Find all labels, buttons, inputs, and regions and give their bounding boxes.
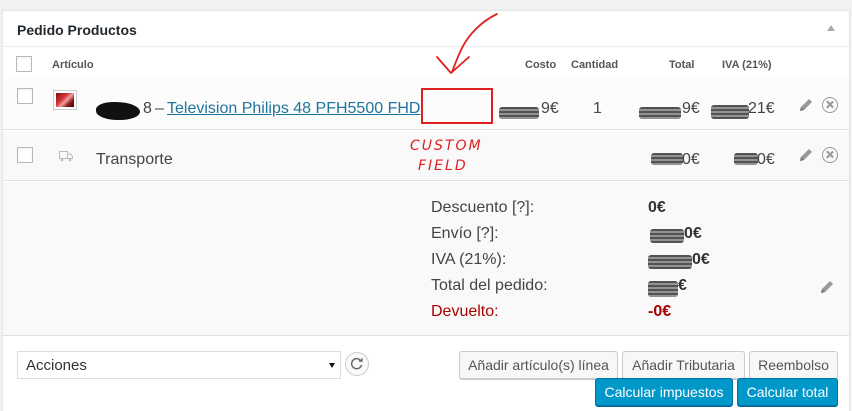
- chevron-down-icon: [329, 363, 335, 368]
- line-item-qty: 1: [593, 100, 602, 117]
- shipping-label: Envío [?]:: [431, 225, 499, 242]
- line-item-cost: 9€: [541, 100, 559, 117]
- calculate-total-button[interactable]: Calcular total: [737, 378, 838, 406]
- shipping-checkbox[interactable]: [17, 147, 33, 163]
- calculate-taxes-button[interactable]: Calcular impuestos: [595, 378, 733, 406]
- line-item-row: 8 – Television Philips 48 PFH5500 FHD 9€…: [3, 78, 849, 130]
- pencil-icon[interactable]: [798, 147, 814, 163]
- product-thumbnail[interactable]: [53, 90, 77, 110]
- bulk-actions-value: Acciones: [26, 357, 87, 374]
- redacted-total: [639, 107, 681, 119]
- redacted-shipping-value: [650, 229, 684, 243]
- redacted-order-total: [648, 281, 678, 297]
- column-header-qty: Cantidad: [571, 59, 619, 71]
- column-header-item: Artículo: [52, 59, 94, 71]
- line-item-sku: 8: [143, 100, 152, 117]
- truck-icon: [59, 151, 73, 162]
- line-item-checkbox[interactable]: [17, 88, 33, 104]
- shipping-total: 0€: [682, 151, 700, 168]
- redacted-shipping-total: [651, 153, 683, 165]
- discount-value: 0€: [648, 199, 666, 216]
- shipping-value: 0€: [684, 225, 702, 242]
- column-header-tax: IVA (21%): [722, 59, 772, 71]
- panel-header: Pedido Productos: [3, 11, 849, 47]
- collapse-toggle-icon[interactable]: [827, 25, 835, 31]
- redacted-sku: [96, 102, 140, 120]
- close-circle-icon[interactable]: [822, 97, 838, 113]
- line-item-dash: –: [155, 100, 164, 117]
- refunded-value: -0€: [648, 303, 672, 320]
- shipping-row: Transporte 0€ 0€: [3, 131, 849, 181]
- add-line-items-button[interactable]: Añadir artículo(s) línea: [459, 351, 618, 379]
- column-header-cost: Costo: [525, 59, 557, 71]
- shipping-tax: 0€: [757, 151, 775, 168]
- redacted-cost: [499, 107, 539, 119]
- column-header-total: Total: [669, 59, 695, 71]
- line-item-tax: 21€: [748, 100, 775, 117]
- refunded-label: Devuelto:: [431, 303, 499, 320]
- order-total-label: Total del pedido:: [431, 277, 548, 294]
- items-table-header: Artículo Costo Cantidad Total IVA (21%): [3, 48, 849, 78]
- tax-total-value: 0€: [692, 251, 710, 268]
- order-actions-bar: Acciones Añadir artículo(s) línea Añadir…: [3, 337, 849, 411]
- close-circle-icon[interactable]: [822, 147, 838, 163]
- order-total-value: €: [678, 277, 687, 294]
- pencil-icon[interactable]: [819, 279, 835, 295]
- redacted-shipping-tax: [734, 153, 758, 165]
- redacted-tax-value: [648, 255, 692, 269]
- redacted-tax: [711, 105, 749, 119]
- order-totals: Descuento [?]: 0€ Envío [?]: 0€ IVA (21%…: [3, 182, 849, 336]
- bulk-actions-select[interactable]: Acciones: [17, 351, 341, 379]
- add-tax-button[interactable]: Añadir Tributaria: [622, 351, 745, 379]
- product-link[interactable]: Television Philips 48 PFH5500 FHD: [167, 100, 420, 118]
- order-items-panel: Pedido Productos Artículo Costo Cantidad…: [2, 10, 850, 411]
- pencil-icon[interactable]: [798, 97, 814, 113]
- line-item-total: 9€: [682, 100, 700, 117]
- refund-button[interactable]: Reembolso: [749, 351, 838, 379]
- refresh-icon[interactable]: [345, 352, 369, 376]
- custom-field-annotation-box: [421, 88, 493, 124]
- shipping-method-name: Transporte: [96, 151, 173, 168]
- discount-label: Descuento [?]:: [431, 199, 535, 216]
- select-all-checkbox[interactable]: [16, 56, 32, 72]
- panel-title: Pedido Productos: [17, 22, 137, 38]
- tax-total-label: IVA (21%):: [431, 251, 507, 268]
